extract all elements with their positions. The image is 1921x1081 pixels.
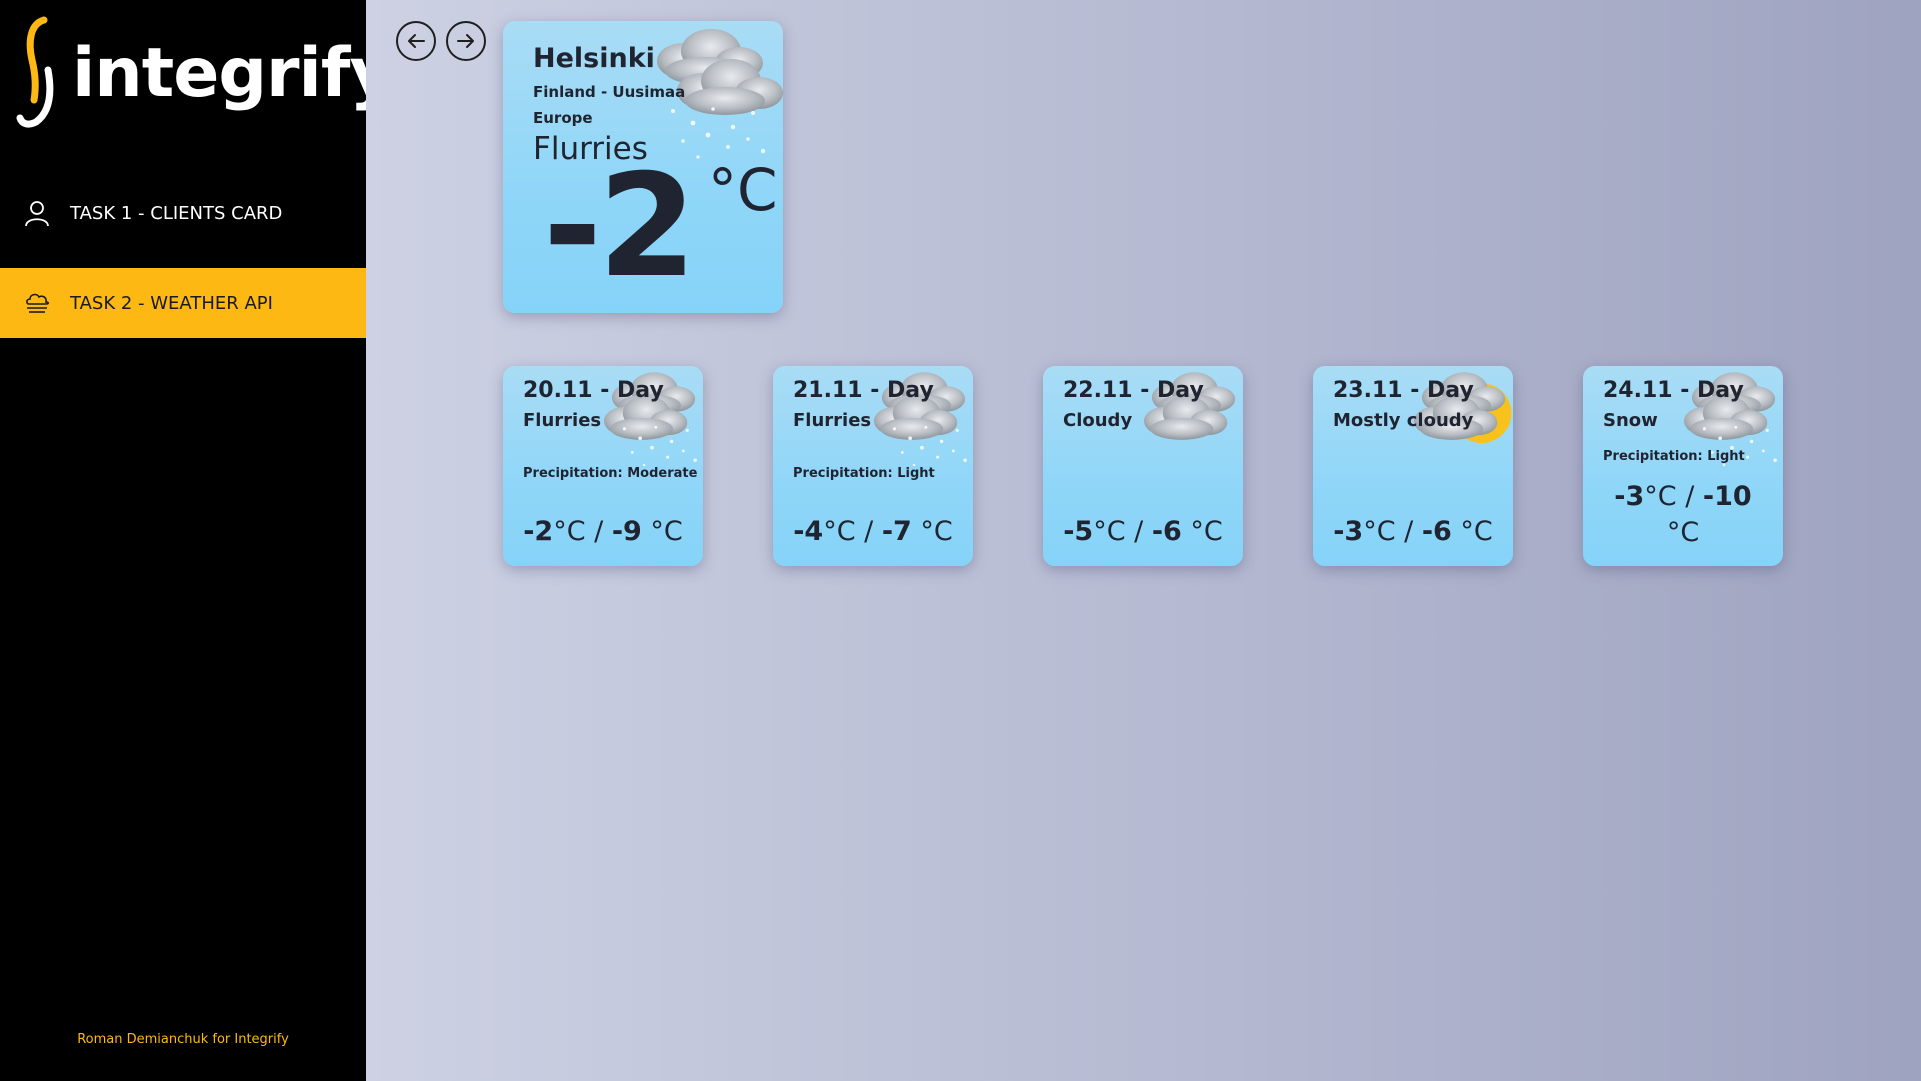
region: Finland - Uusimaa — [533, 83, 686, 101]
city-name: Helsinki — [533, 43, 655, 74]
forecast-card: 24.11 - Day Snow Precipitation: Light -3… — [1583, 366, 1783, 566]
forecast-condition: Cloudy — [1063, 410, 1133, 431]
forecast-card: 20.11 - Day Flurries Precipitation: Mode… — [503, 366, 703, 566]
integrify-logo[interactable]: integrify — [14, 14, 394, 134]
forecast-card: 21.11 - Day Flurries Precipitation: Ligh… — [773, 366, 973, 566]
forecast-temperature-range: -4°C / -7 °C — [793, 516, 953, 547]
current-weather-card: Helsinki Finland - Uusimaa Europe Flurri… — [503, 21, 783, 313]
forecast-precipitation: Precipitation: Light — [793, 466, 935, 481]
forecast-temperature-range: -3°C / -6 °C — [1333, 516, 1493, 547]
forecast-temperature-range: -2°C / -9 °C — [523, 516, 683, 547]
cloud-fog-icon — [20, 286, 54, 320]
forecast-date: 20.11 - Day — [523, 378, 664, 403]
nav-item-label: TASK 1 - CLIENTS CARD — [70, 202, 283, 224]
forecast-condition: Flurries — [523, 410, 602, 431]
forecast-date: 22.11 - Day — [1063, 378, 1204, 403]
sidebar: integrify TASK 1 - CLIENTS CARD TASK 2 -… — [0, 0, 394, 1081]
forecast-condition: Flurries — [793, 410, 872, 431]
next-button[interactable] — [446, 21, 486, 61]
forecast-card: 23.11 - Day Mostly cloudy -3°C / -6 °C — [1313, 366, 1513, 566]
arrow-right-icon — [457, 34, 474, 48]
forecast-precipitation: Precipitation: Light — [1603, 449, 1745, 464]
forecast-condition: Snow — [1603, 410, 1658, 431]
forecast-date: 23.11 - Day — [1333, 378, 1474, 403]
forecast-temperature-range: -5°C / -6 °C — [1063, 516, 1223, 547]
nav-item-clients-card[interactable]: TASK 1 - CLIENTS CARD — [0, 178, 366, 248]
integrify-mark-icon — [16, 16, 54, 128]
brand-name: integrify — [72, 34, 394, 113]
previous-button[interactable] — [396, 21, 436, 61]
forecast-temperature-range: -3°C / -10 °C — [1614, 481, 1752, 548]
user-icon — [20, 196, 54, 230]
arrow-left-icon — [408, 34, 425, 48]
continent: Europe — [533, 109, 593, 127]
forecast-date: 24.11 - Day — [1603, 378, 1744, 403]
nav-item-label: TASK 2 - WEATHER API — [70, 292, 273, 314]
current-temperature: -2 — [543, 144, 697, 309]
footer-credit: Roman Demianchuk for Integrify — [77, 1032, 289, 1047]
temperature-unit: °C — [708, 156, 778, 224]
forecast-date: 21.11 - Day — [793, 378, 934, 403]
main-content: Helsinki Finland - Uusimaa Europe Flurri… — [366, 0, 1921, 1081]
nav-item-weather-api[interactable]: TASK 2 - WEATHER API — [0, 268, 366, 338]
forecast-precipitation: Precipitation: Moderate — [523, 466, 698, 481]
forecast-card: 22.11 - Day Cloudy -5°C / -6 °C — [1043, 366, 1243, 566]
forecast-condition: Mostly cloudy — [1333, 410, 1474, 431]
